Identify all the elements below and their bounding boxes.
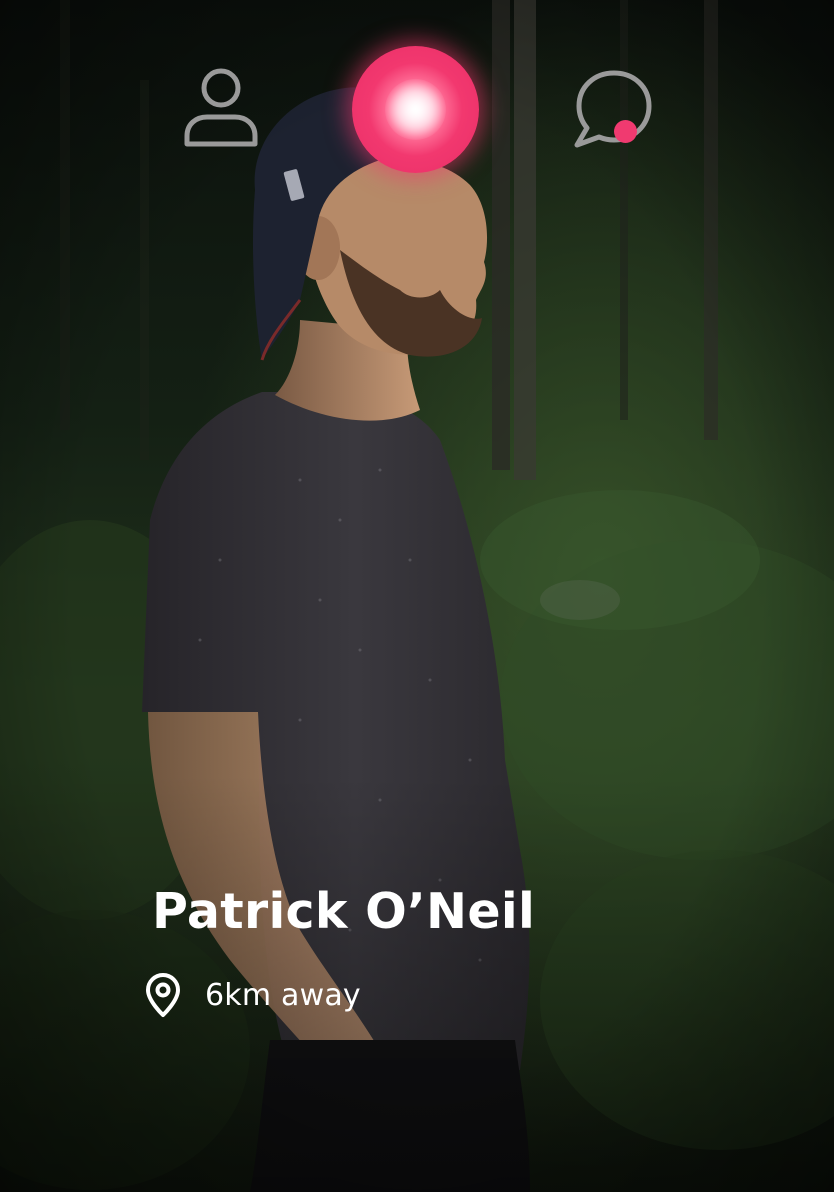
chat-bubble-icon	[574, 70, 652, 148]
profile-card-screen: Patrick O’Neil 6km away	[0, 0, 834, 1192]
profile-name: Patrick O’Neil	[152, 883, 536, 940]
profile-info: Patrick O’Neil 6km away	[146, 876, 536, 1017]
distance-row: 6km away	[145, 972, 361, 1018]
top-navigation	[0, 0, 834, 190]
distance-label: 6km away	[205, 977, 361, 1013]
map-pin-icon	[146, 973, 180, 1017]
messages-notification-dot	[614, 120, 637, 143]
discover-tab-button[interactable]	[352, 46, 479, 173]
messages-tab-button[interactable]	[570, 66, 660, 156]
profile-tab-button[interactable]	[176, 64, 266, 154]
user-icon	[184, 68, 258, 147]
glowing-dot-icon	[385, 79, 446, 140]
